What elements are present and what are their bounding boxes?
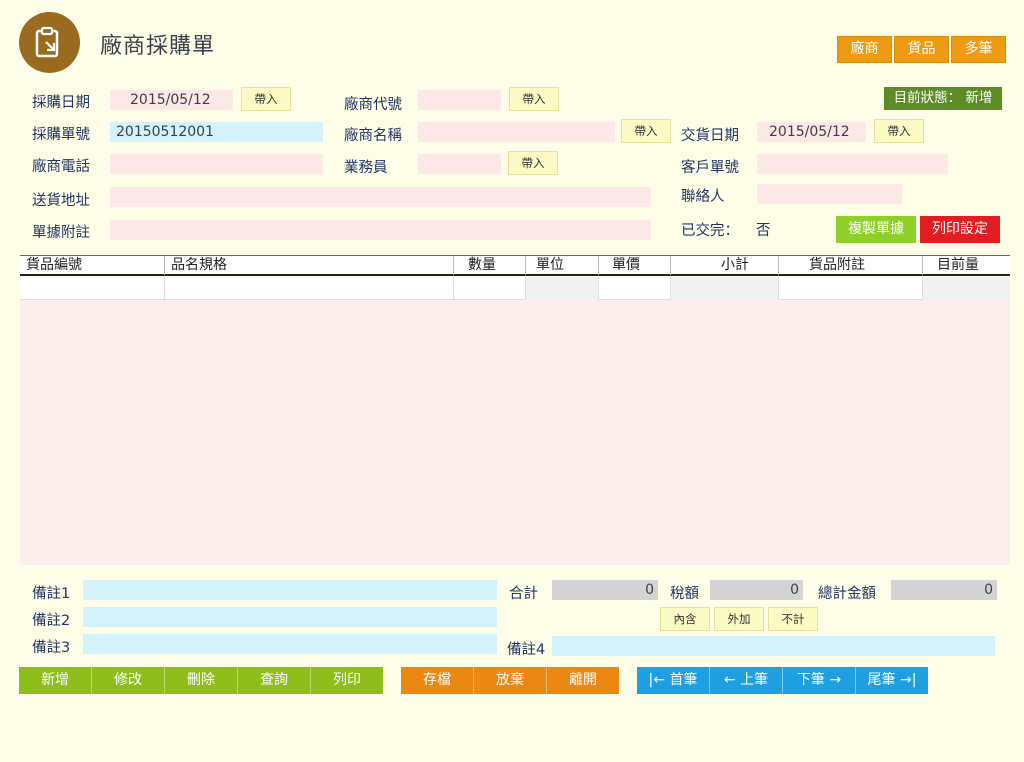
cell-unit-price[interactable] [599, 277, 671, 300]
tax-field: 0 [710, 580, 803, 600]
col-header-subtotal[interactable]: 小計 [671, 256, 779, 275]
goods-button[interactable]: 貨品 [894, 36, 949, 63]
clipboard-icon [35, 26, 59, 58]
vendor-name-import-button[interactable]: 帶入 [621, 119, 671, 143]
vendor-phone-label: 廠商電話 [32, 159, 90, 175]
cell-item-note[interactable] [779, 277, 923, 300]
grand-total-field: 0 [891, 580, 997, 600]
purchase-date-label: 採購日期 [32, 95, 90, 111]
items-table-body[interactable] [20, 300, 1010, 565]
next-record-button[interactable]: 下筆 → [783, 667, 856, 694]
total-field: 0 [552, 580, 658, 600]
previous-record-button[interactable]: ← 上筆 [710, 667, 783, 694]
remark2-label: 備註2 [32, 613, 71, 629]
multi-button[interactable]: 多筆 [951, 36, 1006, 63]
items-table-header: 貨品編號 品名規格 數量 單位 單價 小計 貨品附註 目前量 [20, 255, 1010, 276]
delete-button[interactable]: 刪除 [165, 667, 238, 694]
vendor-code-label: 廠商代號 [344, 97, 402, 113]
remark1-field[interactable] [83, 580, 497, 600]
vendor-code-import-button[interactable]: 帶入 [509, 87, 559, 111]
remark4-field[interactable] [552, 636, 995, 656]
cell-subtotal [671, 277, 779, 300]
col-header-name-spec[interactable]: 品名規格 [165, 256, 454, 275]
sales-import-button[interactable]: 帶入 [508, 151, 558, 175]
purchase-date-import-button[interactable]: 帶入 [241, 87, 291, 111]
vendor-button[interactable]: 廠商 [837, 36, 892, 63]
add-button[interactable]: 新增 [19, 667, 92, 694]
delivery-date-label: 交貨日期 [681, 128, 739, 144]
tax-label: 稅額 [670, 586, 699, 602]
print-settings-button[interactable]: 列印設定 [920, 216, 1000, 243]
edit-button[interactable]: 修改 [92, 667, 165, 694]
query-button[interactable]: 查詢 [238, 667, 311, 694]
total-label: 合計 [509, 586, 538, 602]
cell-item-no[interactable] [20, 277, 165, 300]
first-record-button[interactable]: |← 首筆 [637, 667, 710, 694]
order-no-label: 採購單號 [32, 127, 90, 143]
cell-name-spec[interactable] [165, 277, 454, 300]
sales-label: 業務員 [344, 160, 388, 176]
remark2-field[interactable] [83, 607, 497, 627]
cell-quantity[interactable] [454, 277, 526, 300]
note-label: 單據附註 [32, 225, 90, 241]
col-header-item-no[interactable]: 貨品編號 [20, 256, 165, 275]
remark1-label: 備註1 [32, 586, 71, 602]
tax-included-button[interactable]: 內含 [660, 607, 710, 631]
customer-no-field[interactable] [757, 154, 948, 174]
customer-no-label: 客戶單號 [681, 160, 739, 176]
last-record-button[interactable]: 尾筆 →| [856, 667, 928, 694]
remark3-field[interactable] [83, 634, 497, 654]
delivery-date-field[interactable]: 2015/05/12 [757, 122, 866, 142]
tax-none-button[interactable]: 不計 [768, 607, 818, 631]
sales-field[interactable] [418, 154, 501, 174]
grand-total-label: 總計金額 [818, 586, 876, 602]
save-button[interactable]: 存檔 [401, 667, 474, 694]
page-title: 廠商採購單 [100, 34, 216, 59]
discard-button[interactable]: 放棄 [474, 667, 547, 694]
status-badge: 目前狀態： 新增 [884, 87, 1002, 110]
vendor-phone-field[interactable] [110, 154, 323, 174]
contact-field[interactable] [757, 184, 902, 204]
delivery-date-import-button[interactable]: 帶入 [874, 119, 924, 143]
note-field[interactable] [110, 220, 651, 240]
copy-document-button[interactable]: 複製單據 [836, 216, 916, 243]
tax-added-button[interactable]: 外加 [714, 607, 764, 631]
delivered-label: 已交完： [681, 223, 739, 239]
cell-current-qty [923, 277, 1010, 300]
col-header-unit[interactable]: 單位 [526, 256, 599, 275]
delivered-value: 否 [756, 223, 771, 239]
print-button[interactable]: 列印 [311, 667, 383, 694]
cell-unit [526, 277, 599, 300]
address-label: 送貨地址 [32, 193, 90, 209]
app-logo [19, 12, 80, 73]
exit-button[interactable]: 離開 [547, 667, 619, 694]
col-header-item-note[interactable]: 貨品附註 [779, 256, 923, 275]
contact-label: 聯絡人 [681, 189, 725, 205]
col-header-unit-price[interactable]: 單價 [599, 256, 671, 275]
vendor-name-label: 廠商名稱 [344, 128, 402, 144]
remark4-label: 備註4 [507, 642, 546, 658]
col-header-current-qty[interactable]: 目前量 [923, 256, 1010, 275]
vendor-name-field[interactable] [418, 122, 615, 142]
order-no-field[interactable]: 20150512001 [110, 122, 323, 142]
vendor-code-field[interactable] [418, 90, 501, 110]
address-field[interactable] [110, 187, 651, 207]
remark3-label: 備註3 [32, 640, 71, 656]
col-header-quantity[interactable]: 數量 [454, 256, 526, 275]
table-row[interactable] [20, 277, 1010, 300]
purchase-date-field[interactable]: 2015/05/12 [110, 90, 233, 110]
